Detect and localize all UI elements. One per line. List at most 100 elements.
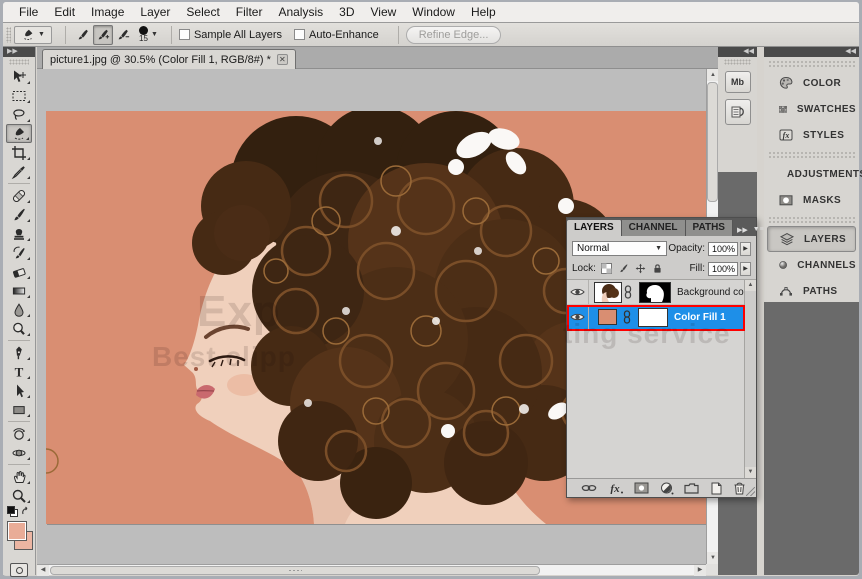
- menu-edit[interactable]: Edit: [46, 5, 83, 19]
- checkbox-box[interactable]: [294, 29, 305, 40]
- rectangular-marquee-tool[interactable]: [6, 86, 32, 105]
- dock-button-masks[interactable]: MASKS: [767, 187, 856, 213]
- fill-input[interactable]: 100%: [708, 262, 738, 276]
- eyedropper-tool[interactable]: [6, 162, 32, 181]
- dock-button-styles[interactable]: fx STYLES: [767, 122, 856, 148]
- checkbox-box[interactable]: [179, 29, 190, 40]
- type-tool[interactable]: T: [6, 362, 32, 381]
- lock-transparency-icon[interactable]: [601, 263, 612, 274]
- layer-row-color-fill-1[interactable]: Color Fill 1: [567, 305, 756, 330]
- subtract-from-selection-brush-button[interactable]: [113, 25, 133, 45]
- layer-style-icon[interactable]: fx: [608, 482, 624, 494]
- menu-image[interactable]: Image: [83, 5, 132, 19]
- foreground-color-swatch[interactable]: [7, 521, 27, 541]
- tools-grip[interactable]: [9, 59, 29, 65]
- pen-tool[interactable]: [6, 343, 32, 362]
- menu-select[interactable]: Select: [178, 5, 227, 19]
- lasso-tool[interactable]: [6, 105, 32, 124]
- sample-all-layers-checkbox[interactable]: Sample All Layers: [179, 29, 282, 41]
- menu-layer[interactable]: Layer: [132, 5, 178, 19]
- layer-name[interactable]: Color Fill 1: [674, 312, 726, 323]
- dock-button-swatches[interactable]: SWATCHES: [767, 96, 856, 122]
- dock-grip[interactable]: [768, 216, 855, 224]
- dock-button-paths[interactable]: PATHS: [767, 278, 856, 304]
- add-to-selection-brush-button[interactable]: [93, 25, 113, 45]
- scroll-left-arrow[interactable]: ◀: [37, 565, 49, 576]
- dock-collapse-bar[interactable]: ◀◀: [718, 47, 757, 57]
- horizontal-scroll-thumb[interactable]: [50, 566, 540, 575]
- hand-tool[interactable]: [6, 467, 32, 486]
- mini-bridge-button[interactable]: Mb: [725, 71, 751, 93]
- menu-view[interactable]: View: [362, 5, 404, 19]
- path-selection-tool[interactable]: [6, 381, 32, 400]
- rectangle-tool[interactable]: [6, 400, 32, 419]
- tools-collapse-bar[interactable]: ▶▶: [3, 47, 35, 57]
- clone-stamp-tool[interactable]: [6, 224, 32, 243]
- mask-link-icon[interactable]: [624, 285, 632, 299]
- tab-paths[interactable]: PATHS: [686, 220, 733, 236]
- dock-button-color[interactable]: COLOR: [767, 70, 856, 96]
- blur-tool[interactable]: [6, 300, 32, 319]
- panel-menu-icon[interactable]: ▼≡: [753, 226, 764, 234]
- brush-size-picker[interactable]: 15 ▼: [139, 26, 158, 43]
- mask-link-icon[interactable]: [623, 310, 631, 324]
- layer-mask-thumbnail[interactable]: [638, 308, 668, 327]
- lock-all-icon[interactable]: [652, 263, 663, 274]
- dock-grip[interactable]: [768, 151, 855, 159]
- history-brush-tool[interactable]: [6, 243, 32, 262]
- dock-button-layers[interactable]: LAYERS: [767, 226, 856, 252]
- document-tab[interactable]: picture1.jpg @ 30.5% (Color Fill 1, RGB/…: [42, 49, 296, 69]
- 3d-object-rotate-tool[interactable]: [6, 424, 32, 443]
- quick-mask-button[interactable]: [10, 563, 28, 577]
- fill-color-thumbnail[interactable]: [598, 309, 617, 325]
- tab-layers[interactable]: LAYERS: [567, 220, 622, 236]
- dock-button-channels[interactable]: CHANNELS: [767, 252, 856, 278]
- eraser-tool[interactable]: [6, 262, 32, 281]
- layers-scrollbar[interactable]: ▲ ▼: [744, 280, 756, 478]
- dock-grip[interactable]: [724, 59, 751, 65]
- tab-channels[interactable]: CHANNEL: [622, 220, 686, 236]
- blend-mode-select[interactable]: Normal ▼: [572, 241, 667, 256]
- layer-row-background-copy[interactable]: Background co...: [567, 280, 756, 305]
- auto-enhance-checkbox[interactable]: Auto-Enhance: [294, 29, 379, 41]
- menu-window[interactable]: Window: [404, 5, 463, 19]
- lock-image-icon[interactable]: [618, 263, 629, 274]
- layer-mask-thumbnail[interactable]: [639, 282, 671, 303]
- move-tool[interactable]: [6, 67, 32, 86]
- spot-healing-brush-tool[interactable]: [6, 186, 32, 205]
- visibility-toggle[interactable]: [567, 280, 589, 304]
- scroll-right-arrow[interactable]: ▶: [694, 565, 706, 576]
- close-icon[interactable]: ✕: [277, 54, 288, 65]
- scroll-up-arrow[interactable]: ▲: [745, 280, 756, 291]
- delete-layer-icon[interactable]: [733, 481, 746, 495]
- crop-tool[interactable]: [6, 143, 32, 162]
- menu-file[interactable]: File: [11, 5, 46, 19]
- brush-tool[interactable]: [6, 205, 32, 224]
- menu-3d[interactable]: 3D: [331, 5, 362, 19]
- layer-name[interactable]: Background co...: [677, 287, 752, 298]
- vertical-scroll-thumb[interactable]: [707, 82, 718, 202]
- panel-collapse-icon[interactable]: ▶▶: [737, 226, 748, 234]
- dock-grip[interactable]: [768, 60, 855, 68]
- fill-slider-button[interactable]: ▶: [740, 262, 751, 276]
- menu-analysis[interactable]: Analysis: [270, 5, 331, 19]
- lock-position-icon[interactable]: [635, 263, 646, 274]
- 3d-camera-rotate-tool[interactable]: [6, 443, 32, 462]
- opacity-slider-button[interactable]: ▶: [740, 242, 751, 256]
- layer-thumbnail[interactable]: [594, 282, 622, 303]
- quick-selection-tool[interactable]: [6, 124, 32, 143]
- new-group-icon[interactable]: [684, 482, 699, 494]
- menu-filter[interactable]: Filter: [228, 5, 271, 19]
- new-layer-icon[interactable]: [710, 482, 723, 495]
- add-layer-mask-icon[interactable]: [634, 482, 649, 494]
- scroll-down-arrow[interactable]: ▼: [745, 467, 756, 478]
- opacity-input[interactable]: 100%: [708, 242, 738, 256]
- tool-preset-picker[interactable]: ▼: [14, 26, 52, 44]
- dock-collapse-bar[interactable]: ◀◀: [764, 47, 859, 57]
- panel-resize-grip[interactable]: [746, 487, 755, 496]
- zoom-tool[interactable]: [6, 486, 32, 505]
- dodge-tool[interactable]: [6, 319, 32, 338]
- menu-help[interactable]: Help: [463, 5, 504, 19]
- link-layers-icon[interactable]: [581, 483, 597, 493]
- dock-button-adjustments[interactable]: ADJUSTMENTS: [767, 161, 856, 187]
